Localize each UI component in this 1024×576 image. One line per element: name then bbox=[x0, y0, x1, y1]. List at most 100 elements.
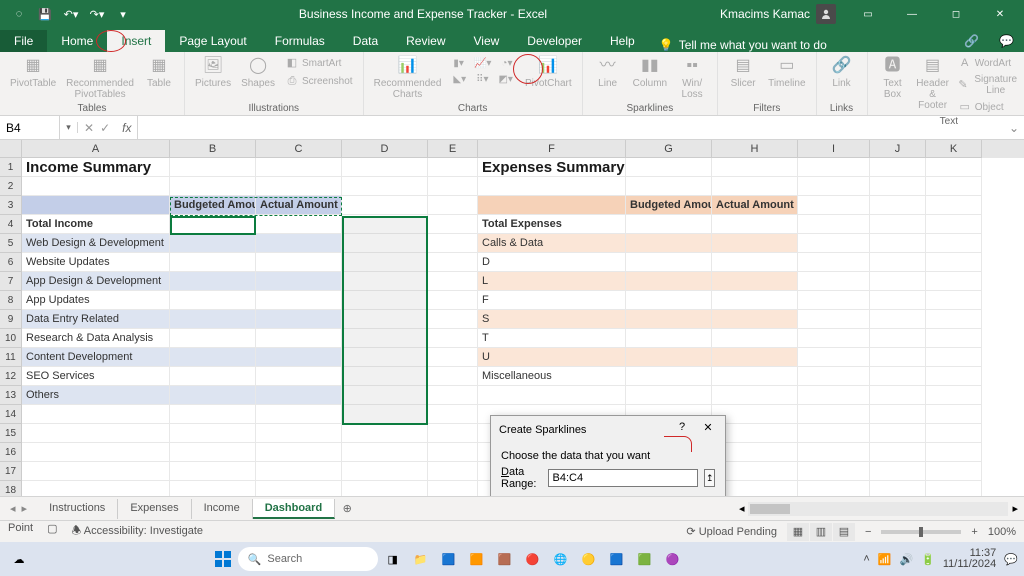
cell-K17[interactable] bbox=[926, 462, 982, 481]
sheet-tab-instructions[interactable]: Instructions bbox=[37, 499, 118, 519]
cell-H9[interactable] bbox=[712, 310, 798, 329]
cell-I11[interactable] bbox=[798, 348, 870, 367]
cell-A12[interactable]: SEO Services bbox=[22, 367, 170, 386]
row-header-3[interactable]: 3 bbox=[0, 196, 22, 215]
cell-I15[interactable] bbox=[798, 424, 870, 443]
data-range-picker-icon[interactable]: ↥ bbox=[704, 469, 715, 487]
word-icon[interactable]: 🟦 bbox=[604, 546, 630, 572]
view-page-layout-icon[interactable]: ▥ bbox=[810, 523, 832, 541]
cell-F5[interactable]: Calls & Data bbox=[478, 234, 626, 253]
sheet-tab-dashboard[interactable]: Dashboard bbox=[253, 499, 335, 519]
view-page-break-icon[interactable]: ▤ bbox=[833, 523, 855, 541]
cell-D11[interactable] bbox=[342, 348, 428, 367]
cell-D16[interactable] bbox=[342, 443, 428, 462]
tab-formulas[interactable]: Formulas bbox=[261, 30, 339, 52]
cell-C7[interactable] bbox=[256, 272, 342, 291]
cell-B16[interactable] bbox=[170, 443, 256, 462]
cell-A16[interactable] bbox=[22, 443, 170, 462]
cell-C1[interactable] bbox=[256, 158, 342, 177]
cell-A1[interactable]: Income Summary bbox=[22, 158, 170, 177]
cell-B3[interactable]: Budgeted Amount bbox=[170, 196, 256, 215]
recommended-charts-button[interactable]: 📊Recommended Charts bbox=[370, 54, 446, 102]
minimize-icon[interactable]: — bbox=[892, 0, 932, 28]
cell-A17[interactable] bbox=[22, 462, 170, 481]
cell-D3[interactable] bbox=[342, 196, 428, 215]
cell-G8[interactable] bbox=[626, 291, 712, 310]
cell-A7[interactable]: App Design & Development bbox=[22, 272, 170, 291]
row-header-12[interactable]: 12 bbox=[0, 367, 22, 386]
row-header-17[interactable]: 17 bbox=[0, 462, 22, 481]
cell-G12[interactable] bbox=[626, 367, 712, 386]
name-box-chevron-icon[interactable]: ▾ bbox=[60, 122, 78, 133]
row-header-4[interactable]: 4 bbox=[0, 215, 22, 234]
row-header-7[interactable]: 7 bbox=[0, 272, 22, 291]
cell-A6[interactable]: Website Updates bbox=[22, 253, 170, 272]
cell-A15[interactable] bbox=[22, 424, 170, 443]
cell-G9[interactable] bbox=[626, 310, 712, 329]
cell-C3[interactable]: Actual Amount bbox=[256, 196, 342, 215]
cell-D14[interactable] bbox=[342, 405, 428, 424]
cell-I1[interactable] bbox=[798, 158, 870, 177]
cell-K9[interactable] bbox=[926, 310, 982, 329]
tab-developer[interactable]: Developer bbox=[513, 30, 596, 52]
cell-B12[interactable] bbox=[170, 367, 256, 386]
sparkline-line-button[interactable]: 〰Line bbox=[589, 54, 627, 91]
cell-E18[interactable] bbox=[428, 481, 478, 496]
cell-K15[interactable] bbox=[926, 424, 982, 443]
cell-J7[interactable] bbox=[870, 272, 926, 291]
redo-icon[interactable]: ↷▾ bbox=[86, 3, 108, 25]
pivottable-button[interactable]: ▦PivotTable bbox=[6, 54, 60, 91]
tab-home[interactable]: Home bbox=[47, 30, 107, 52]
task-view-icon[interactable]: ◨ bbox=[380, 546, 406, 572]
cell-A14[interactable] bbox=[22, 405, 170, 424]
row-header-8[interactable]: 8 bbox=[0, 291, 22, 310]
cell-J6[interactable] bbox=[870, 253, 926, 272]
cell-D1[interactable] bbox=[342, 158, 428, 177]
cell-B1[interactable] bbox=[170, 158, 256, 177]
user-account[interactable]: Kmacims Kamac bbox=[712, 4, 844, 24]
tab-file[interactable]: File bbox=[0, 30, 47, 52]
row-header-1[interactable]: 1 bbox=[0, 158, 22, 177]
edge-icon[interactable]: 🌐 bbox=[548, 546, 574, 572]
tell-me-search[interactable]: 💡 Tell me what you want to do bbox=[649, 38, 837, 52]
cell-A13[interactable]: Others bbox=[22, 386, 170, 405]
row-header-15[interactable]: 15 bbox=[0, 424, 22, 443]
cell-K14[interactable] bbox=[926, 405, 982, 424]
chart-area-icon[interactable]: ◣▾ bbox=[449, 72, 470, 87]
cell-B15[interactable] bbox=[170, 424, 256, 443]
cell-E10[interactable] bbox=[428, 329, 478, 348]
cell-F10[interactable]: T bbox=[478, 329, 626, 348]
cell-I17[interactable] bbox=[798, 462, 870, 481]
app-icon-2[interactable]: 🟧 bbox=[464, 546, 490, 572]
cell-G11[interactable] bbox=[626, 348, 712, 367]
chart-pie-icon[interactable]: ◔▾ bbox=[497, 56, 516, 71]
zoom-in-icon[interactable]: + bbox=[971, 526, 977, 538]
zoom-slider[interactable] bbox=[881, 530, 961, 534]
cell-H2[interactable] bbox=[712, 177, 798, 196]
cell-J2[interactable] bbox=[870, 177, 926, 196]
taskbar-search[interactable]: 🔍Search bbox=[238, 547, 378, 571]
expand-formula-icon[interactable]: ⌄ bbox=[1004, 121, 1024, 135]
chrome-icon[interactable]: 🟡 bbox=[576, 546, 602, 572]
cell-F9[interactable]: S bbox=[478, 310, 626, 329]
cell-K1[interactable] bbox=[926, 158, 982, 177]
cell-F11[interactable]: U bbox=[478, 348, 626, 367]
cell-C10[interactable] bbox=[256, 329, 342, 348]
explorer-icon[interactable]: 📁 bbox=[408, 546, 434, 572]
cell-F8[interactable]: F bbox=[478, 291, 626, 310]
tray-volume-icon[interactable]: 🔊 bbox=[899, 553, 913, 566]
cell-F7[interactable]: L bbox=[478, 272, 626, 291]
pivotchart-button[interactable]: 📊PivotChart bbox=[521, 54, 576, 91]
cell-C12[interactable] bbox=[256, 367, 342, 386]
tab-view[interactable]: View bbox=[460, 30, 514, 52]
cell-C5[interactable] bbox=[256, 234, 342, 253]
cell-I16[interactable] bbox=[798, 443, 870, 462]
cell-E5[interactable] bbox=[428, 234, 478, 253]
col-header-B[interactable]: B bbox=[170, 140, 256, 158]
row-header-13[interactable]: 13 bbox=[0, 386, 22, 405]
cell-C17[interactable] bbox=[256, 462, 342, 481]
cell-E9[interactable] bbox=[428, 310, 478, 329]
cell-E11[interactable] bbox=[428, 348, 478, 367]
name-box[interactable]: B4 bbox=[0, 116, 60, 139]
cell-K7[interactable] bbox=[926, 272, 982, 291]
